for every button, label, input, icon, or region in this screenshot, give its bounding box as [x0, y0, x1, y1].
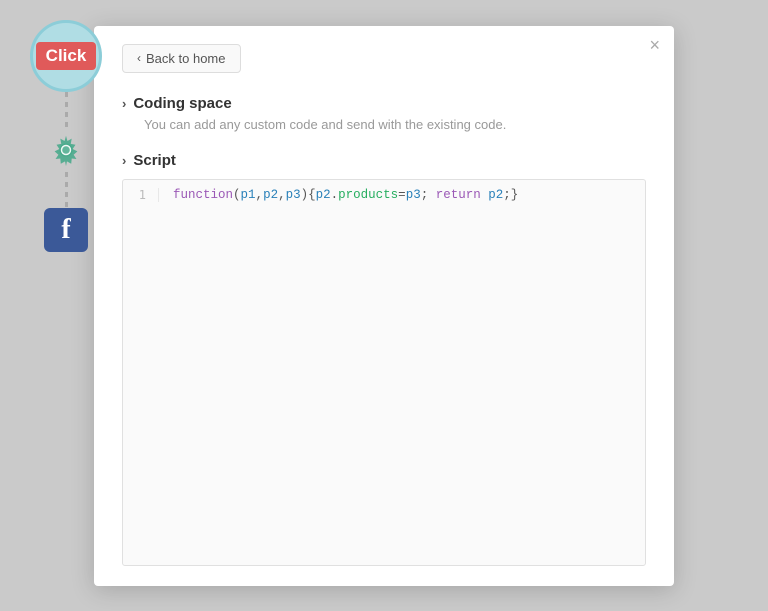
flow-connector-1	[65, 92, 68, 128]
close-button[interactable]: ×	[649, 36, 660, 54]
code-line-1: 1 function(p1,p2,p3){p2.products=p3; ret…	[123, 180, 645, 210]
coding-space-modal: × ‹ Back to home › Coding space You can …	[94, 26, 674, 586]
coding-space-title: Coding space	[133, 95, 231, 112]
click-flow-node[interactable]: Click	[30, 20, 102, 92]
facebook-flow-node[interactable]: f	[44, 208, 88, 252]
back-to-home-button[interactable]: ‹ Back to home	[122, 44, 241, 73]
coding-space-chevron-icon: ›	[122, 96, 126, 111]
gear-icon	[47, 131, 85, 169]
script-header[interactable]: › Script	[122, 152, 646, 169]
code-text-1: function(p1,p2,p3){p2.products=p3; retur…	[159, 188, 518, 202]
flow-connector-2	[65, 172, 68, 208]
coding-space-header[interactable]: › Coding space	[122, 95, 646, 112]
back-button-label: Back to home	[146, 51, 226, 66]
gear-flow-node[interactable]	[44, 128, 88, 172]
script-chevron-icon: ›	[122, 153, 126, 168]
code-editor[interactable]: 1 function(p1,p2,p3){p2.products=p3; ret…	[122, 179, 646, 566]
line-number-1: 1	[123, 188, 159, 202]
back-chevron-icon: ‹	[137, 51, 141, 65]
modal-content: ‹ Back to home › Coding space You can ad…	[94, 26, 674, 586]
script-title: Script	[133, 152, 176, 169]
click-badge-label: Click	[36, 42, 97, 70]
coding-space-description: You can add any custom code and send wit…	[144, 116, 646, 134]
flow-sidebar: Click f	[30, 20, 102, 252]
facebook-icon: f	[61, 214, 70, 246]
modal-overlay: Click f × ‹ Back to home	[0, 0, 768, 611]
